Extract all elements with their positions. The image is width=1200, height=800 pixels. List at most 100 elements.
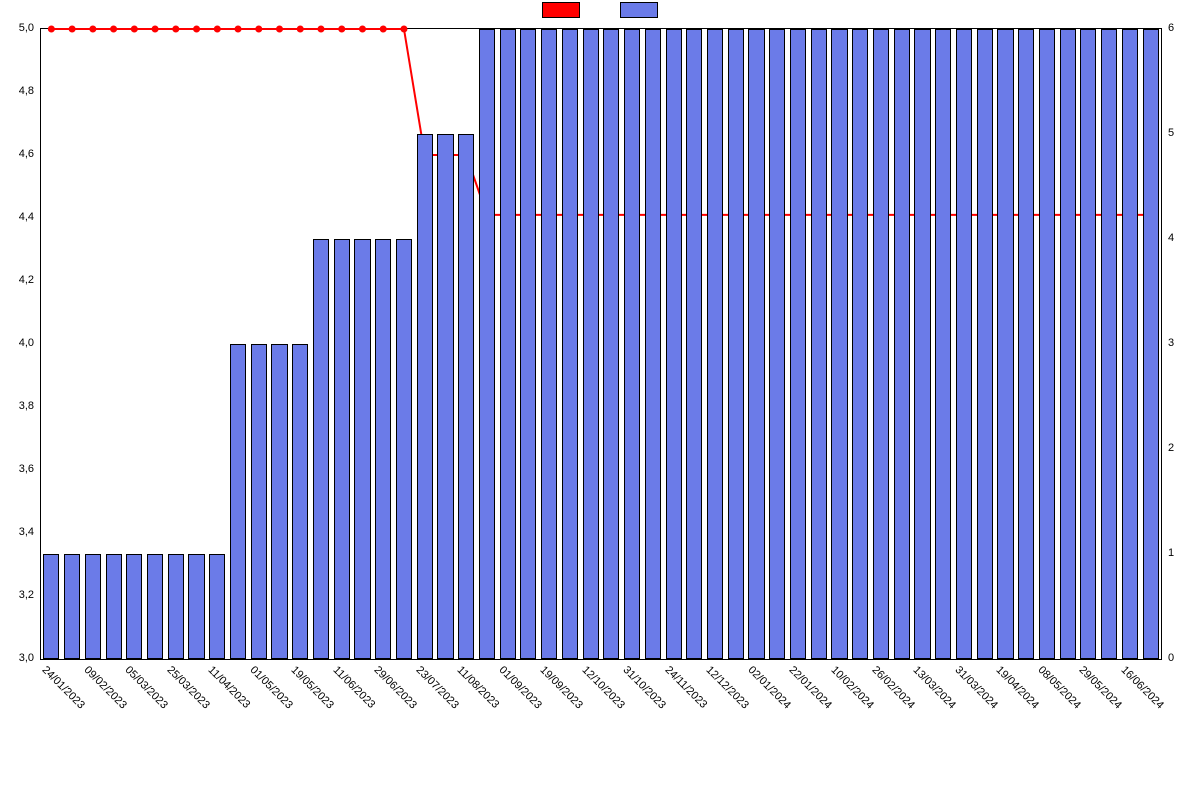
- bar: [313, 239, 329, 659]
- bar: [831, 29, 847, 659]
- line-point: [401, 26, 407, 32]
- line-point: [256, 26, 262, 32]
- bar: [1080, 29, 1096, 659]
- x-tick: 31/03/2024: [952, 664, 999, 711]
- bar: [728, 29, 744, 659]
- bar: [873, 29, 889, 659]
- line-point: [235, 26, 241, 32]
- x-tick: 19/04/2024: [994, 664, 1041, 711]
- bar: [437, 134, 453, 659]
- bar: [64, 554, 80, 659]
- y-tick: 3,2: [0, 589, 38, 601]
- bar: [271, 344, 287, 659]
- bar: [1060, 29, 1076, 659]
- x-tick: 09/02/2023: [81, 664, 128, 711]
- bar: [666, 29, 682, 659]
- bar: [603, 29, 619, 659]
- bar: [541, 29, 557, 659]
- x-tick: 11/04/2023: [206, 664, 253, 711]
- bar: [106, 554, 122, 659]
- bar: [292, 344, 308, 659]
- bar: [997, 29, 1013, 659]
- legend-swatch-bar: [620, 2, 658, 18]
- y-tick: 3,8: [0, 400, 38, 412]
- y-tick: 2: [1164, 442, 1200, 454]
- y-axis-left: 3,03,23,43,63,84,04,24,44,64,85,0: [0, 28, 38, 660]
- line-point: [297, 26, 303, 32]
- x-tick: 11/06/2023: [330, 664, 377, 711]
- x-axis: 24/01/202309/02/202305/03/202325/03/2023…: [40, 660, 1162, 800]
- x-tick: 25/03/2023: [164, 664, 211, 711]
- bar: [583, 29, 599, 659]
- line-point: [380, 26, 386, 32]
- bar: [230, 344, 246, 659]
- bar: [1122, 29, 1138, 659]
- bar: [1101, 29, 1117, 659]
- y-tick: 4,4: [0, 211, 38, 223]
- bar: [43, 554, 59, 659]
- bar: [562, 29, 578, 659]
- bar: [914, 29, 930, 659]
- bar: [458, 134, 474, 659]
- y-tick: 1: [1164, 547, 1200, 559]
- x-tick: 16/06/2024: [1118, 664, 1165, 711]
- bar: [251, 344, 267, 659]
- chart-root: 3,03,23,43,63,84,04,24,44,64,85,0 012345…: [0, 0, 1200, 800]
- bar: [624, 29, 640, 659]
- x-tick: 24/11/2023: [662, 664, 709, 711]
- bar: [417, 134, 433, 659]
- legend-item-line: [542, 2, 580, 18]
- x-tick: 22/01/2024: [787, 664, 834, 711]
- x-tick: 01/09/2023: [496, 664, 543, 711]
- bar: [354, 239, 370, 659]
- x-tick: 29/05/2024: [1077, 664, 1124, 711]
- bar: [748, 29, 764, 659]
- bar: [85, 554, 101, 659]
- y-tick: 3: [1164, 337, 1200, 349]
- y-tick: 4: [1164, 232, 1200, 244]
- legend-item-bar: [620, 2, 658, 18]
- plot-area: [40, 28, 1162, 660]
- y-tick: 5,0: [0, 22, 38, 34]
- x-tick: 31/10/2023: [621, 664, 668, 711]
- bar: [396, 239, 412, 659]
- bar: [168, 554, 184, 659]
- bar: [956, 29, 972, 659]
- x-tick: 02/01/2024: [745, 664, 792, 711]
- line-point: [69, 26, 75, 32]
- x-tick: 11/08/2023: [455, 664, 502, 711]
- bar: [126, 554, 142, 659]
- line-point: [277, 26, 283, 32]
- bar: [811, 29, 827, 659]
- bar: [188, 554, 204, 659]
- line-point: [359, 26, 365, 32]
- line-point: [339, 26, 345, 32]
- line-point: [318, 26, 324, 32]
- bar: [645, 29, 661, 659]
- y-tick: 4,2: [0, 274, 38, 286]
- x-tick: 19/09/2023: [538, 664, 585, 711]
- bar: [977, 29, 993, 659]
- line-point: [90, 26, 96, 32]
- y-tick: 4,8: [0, 85, 38, 97]
- bar: [790, 29, 806, 659]
- bar: [375, 239, 391, 659]
- bar: [1039, 29, 1055, 659]
- bar: [147, 554, 163, 659]
- x-tick: 01/05/2023: [247, 664, 294, 711]
- bar: [894, 29, 910, 659]
- y-axis-right: 0123456: [1164, 28, 1200, 660]
- x-tick: 05/03/2023: [123, 664, 170, 711]
- legend: [0, 2, 1200, 18]
- x-tick: 24/01/2023: [40, 664, 87, 711]
- line-point: [214, 26, 220, 32]
- bar: [1143, 29, 1159, 659]
- y-tick: 3,4: [0, 526, 38, 538]
- line-point: [152, 26, 158, 32]
- x-tick: 29/06/2023: [372, 664, 419, 711]
- bar: [500, 29, 516, 659]
- bar: [686, 29, 702, 659]
- x-tick: 23/07/2023: [413, 664, 460, 711]
- x-tick: 10/02/2024: [828, 664, 875, 711]
- bar: [209, 554, 225, 659]
